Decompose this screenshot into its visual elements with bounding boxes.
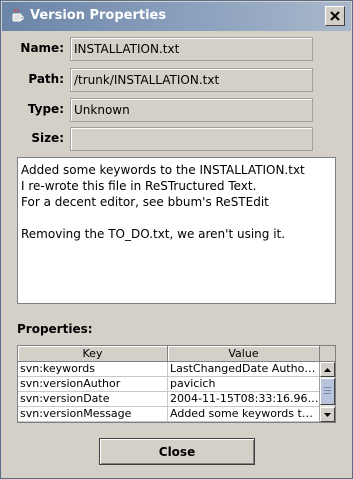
message-line bbox=[21, 210, 332, 226]
arrow-down-icon bbox=[324, 412, 331, 417]
table-row[interactable]: svn:versionAuthor pavicich bbox=[18, 377, 320, 392]
row-value: Added some keywords to t... bbox=[170, 407, 320, 421]
header-corner bbox=[319, 346, 335, 362]
properties-table: Key Value svn:keywords LastChangedDate A… bbox=[17, 345, 336, 423]
message-line: Removing the TO_DO.txt, we aren't using … bbox=[21, 227, 286, 241]
scroll-thumb[interactable] bbox=[320, 378, 335, 405]
message-line: Added some keywords to the INSTALLATION.… bbox=[21, 163, 305, 177]
close-button[interactable]: Close bbox=[99, 438, 255, 465]
message-line: I re-wrote this file in ReSTructured Tex… bbox=[21, 179, 257, 193]
table-body: svn:keywords LastChangedDate Author ... … bbox=[18, 362, 320, 422]
message-line: For a decent editor, see bbum's ReSTEdit bbox=[21, 195, 269, 209]
commit-message-textarea[interactable]: Added some keywords to the INSTALLATION.… bbox=[17, 157, 336, 304]
version-properties-dialog: Version Properties Name: INSTALLATION.tx… bbox=[0, 0, 353, 479]
close-x-icon bbox=[330, 11, 340, 21]
type-field: Unknown bbox=[70, 98, 313, 122]
row-key: svn:versionMessage bbox=[18, 407, 168, 421]
row-value: 2004-11-15T08:33:16.967... bbox=[170, 392, 320, 406]
row-value: pavicich bbox=[168, 377, 320, 391]
row-key: svn:versionDate bbox=[18, 392, 168, 406]
column-header-key[interactable]: Key bbox=[18, 346, 168, 362]
table-row[interactable]: svn:versionMessage Added some keywords t… bbox=[18, 407, 320, 422]
size-label: Size: bbox=[31, 131, 64, 145]
properties-label: Properties: bbox=[17, 322, 93, 336]
arrow-up-icon bbox=[324, 367, 331, 372]
scroll-down-button[interactable] bbox=[320, 407, 335, 422]
size-field bbox=[70, 127, 313, 151]
table-row[interactable]: svn:versionDate 2004-11-15T08:33:16.967.… bbox=[18, 392, 320, 407]
row-key: svn:versionAuthor bbox=[18, 377, 168, 391]
type-label: Type: bbox=[27, 102, 64, 116]
table-scrollbar[interactable] bbox=[319, 362, 335, 422]
path-field: /trunk/INSTALLATION.txt bbox=[70, 68, 313, 92]
name-label: Name: bbox=[20, 41, 64, 55]
title-bar[interactable]: Version Properties bbox=[2, 2, 351, 31]
row-key: svn:keywords bbox=[18, 362, 168, 376]
close-window-button[interactable] bbox=[325, 6, 345, 26]
column-header-value[interactable]: Value bbox=[168, 346, 320, 362]
row-value: LastChangedDate Author ... bbox=[170, 362, 320, 376]
java-cup-icon bbox=[12, 8, 24, 22]
table-header: Key Value bbox=[18, 346, 320, 362]
scroll-up-button[interactable] bbox=[320, 362, 335, 377]
window-title: Version Properties bbox=[30, 8, 167, 23]
table-row[interactable]: svn:keywords LastChangedDate Author ... bbox=[18, 362, 320, 377]
name-field: INSTALLATION.txt bbox=[70, 37, 313, 61]
path-label: Path: bbox=[28, 72, 64, 86]
